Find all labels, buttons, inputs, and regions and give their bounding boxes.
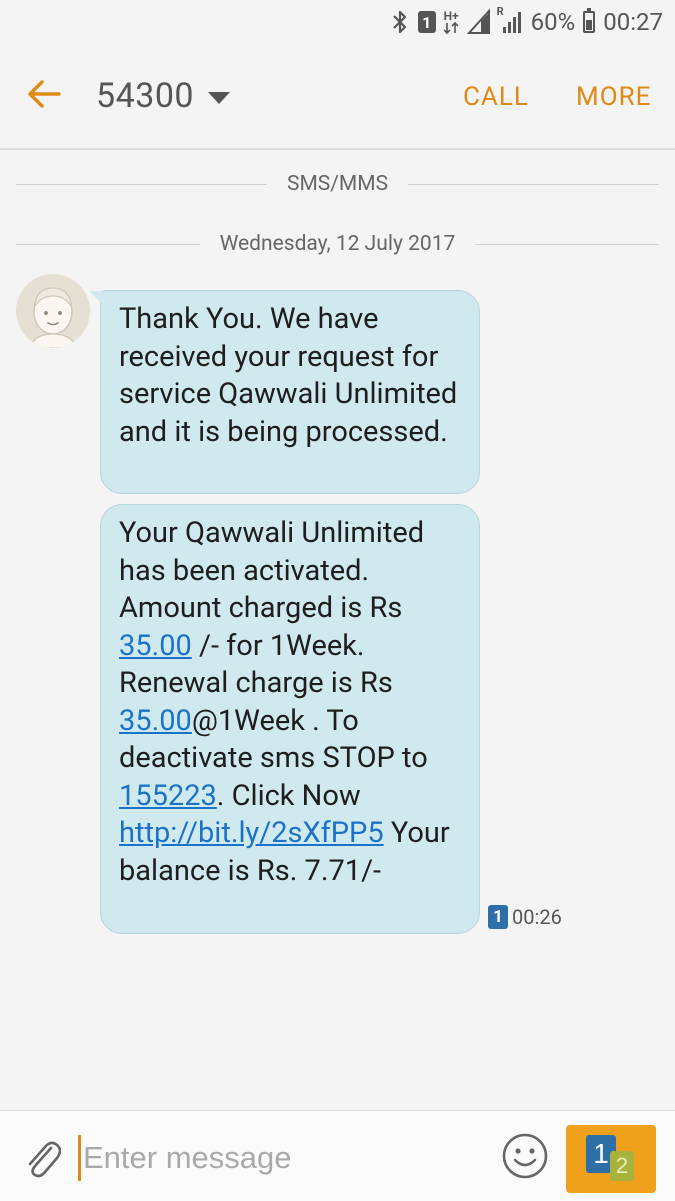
bluetooth-icon — [390, 9, 410, 35]
sim-2-icon: 2 — [610, 1151, 634, 1181]
data-arrows-icon: H+ — [443, 8, 459, 34]
avatar[interactable] — [16, 274, 90, 348]
date-divider: Wednesday, 12 July 2017 — [16, 232, 659, 256]
signal-roaming-icon: R — [497, 5, 523, 35]
contact-selector[interactable]: 54300 — [96, 76, 231, 116]
roaming-label: R — [496, 5, 504, 18]
amount-link[interactable]: 35.00 — [119, 629, 192, 663]
back-button[interactable] — [22, 74, 66, 118]
status-bar: 1 H+ R 60% 00:27 — [0, 0, 675, 44]
paperclip-icon — [21, 1134, 62, 1182]
date-label: Wednesday, 12 July 2017 — [219, 232, 456, 256]
network-type-label: H+ — [443, 8, 459, 23]
battery-icon — [583, 8, 596, 33]
channel-label: SMS/MMS — [286, 172, 389, 196]
message-text: . Click Now — [216, 778, 361, 813]
divider-line — [16, 183, 267, 185]
divider-line — [475, 243, 659, 245]
url-link[interactable]: http://bit.ly/2sXfPP5 — [119, 816, 384, 850]
signal-icon — [466, 9, 491, 35]
message-input[interactable] — [78, 1135, 483, 1181]
status-time: 00:27 — [603, 8, 663, 36]
divider-line — [408, 183, 660, 185]
back-arrow-icon — [27, 79, 61, 113]
sim-icon: 1 — [488, 905, 508, 929]
channel-divider: SMS/MMS — [16, 172, 660, 196]
message-bubble[interactable]: Thank You. We have received your request… — [89, 290, 480, 494]
chevron-down-icon — [208, 92, 231, 104]
message-meta: 1 00:26 — [488, 905, 562, 929]
message-text: Your Qawwali Unlimited has been activate… — [119, 516, 425, 625]
renewal-amount-link[interactable]: 35.00 — [119, 704, 192, 738]
battery-percent: 60% — [530, 8, 576, 36]
emoji-button[interactable] — [500, 1133, 550, 1183]
app-bar: 54300 CALL MORE — [0, 44, 675, 150]
short-code-link[interactable]: 155223 — [119, 779, 217, 813]
sim-icon: 1 — [417, 11, 436, 33]
more-button[interactable]: MORE — [576, 82, 651, 112]
message-bubble[interactable]: Your Qawwali Unlimited has been activate… — [100, 504, 480, 934]
send-button[interactable]: 1 2 — [566, 1125, 656, 1193]
status-icons: 1 H+ R 60% 00:27 — [390, 5, 663, 38]
divider-line — [16, 243, 200, 245]
attach-button[interactable] — [16, 1133, 66, 1183]
message-time: 00:26 — [512, 905, 562, 929]
message-text: Thank You. We have received your request… — [119, 302, 458, 449]
contact-name: 54300 — [96, 76, 195, 116]
call-button[interactable]: CALL — [463, 82, 529, 112]
person-icon — [29, 287, 77, 348]
smiley-icon — [501, 1132, 549, 1184]
composer-bar: 1 2 — [0, 1110, 675, 1201]
